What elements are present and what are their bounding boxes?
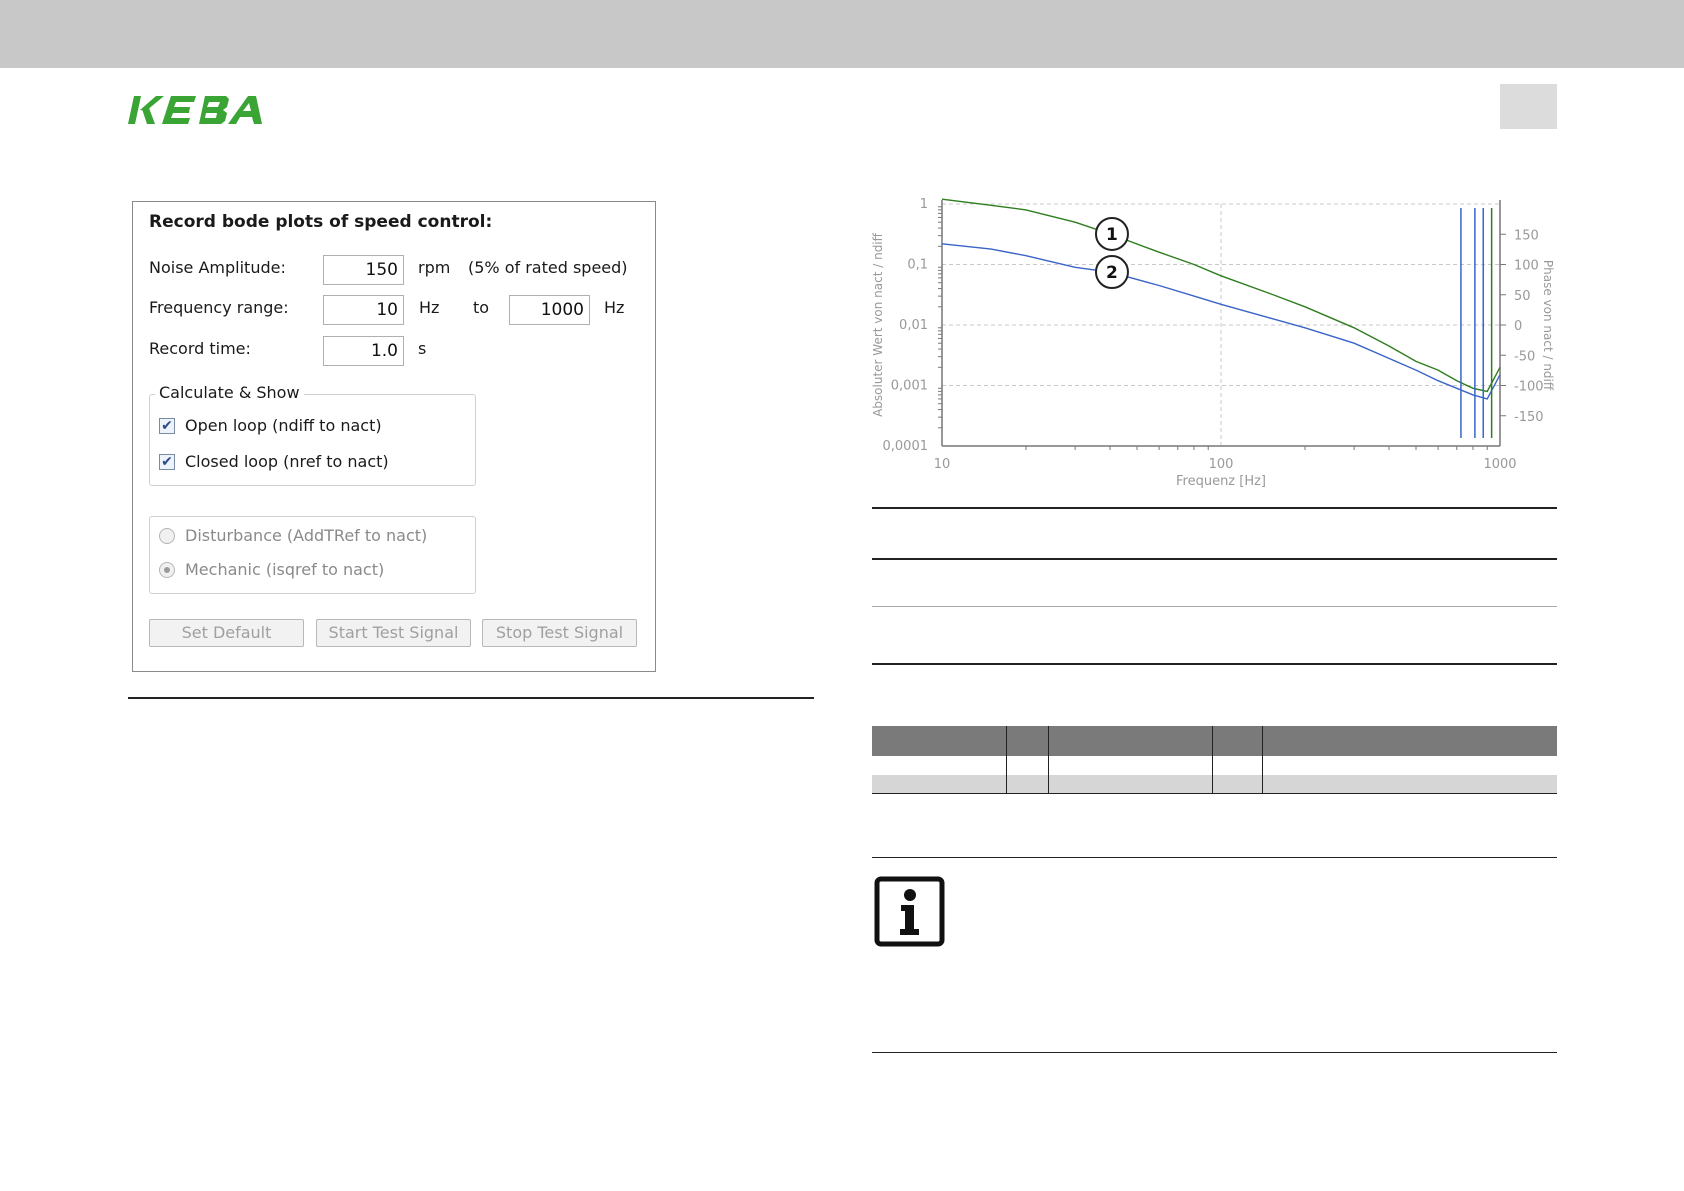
bode-chart: 10 100 1000 1 0,1 0,01 0,001 0,0001 150 100 50 0 -50… (868, 194, 1568, 494)
table-header-row (872, 726, 1557, 756)
y-tick-label-right: -150 (1514, 410, 1544, 425)
page-number-box (1500, 84, 1557, 129)
table-cell (872, 775, 1007, 794)
open-loop-checkbox[interactable]: ✔ (159, 418, 175, 434)
annotation-label: 2 (1106, 263, 1118, 283)
y-tick-label-left: 0,0001 (883, 439, 929, 454)
table-header-cell (1006, 726, 1049, 756)
y-tick-label-left: 0,01 (899, 318, 928, 333)
frequency-from-unit: Hz (419, 298, 440, 317)
table-cell (1048, 775, 1213, 794)
y-axis-label-right: Phase von nact / ndiff (1541, 260, 1555, 391)
noise-note: (5% of rated speed) (468, 258, 628, 277)
y-tick-label-left: 1 (920, 197, 928, 212)
y-tick-label-left: 0,1 (907, 258, 928, 273)
rule-3 (872, 606, 1557, 607)
y-tick-label-right: 50 (1514, 289, 1531, 304)
rule-2 (872, 558, 1557, 560)
record-time-label: Record time: (149, 339, 251, 358)
x-tick-label: 100 (1209, 457, 1234, 472)
table-header-cell (872, 726, 1007, 756)
table-cell (1212, 756, 1263, 775)
x-tick-label: 10 (934, 457, 951, 472)
top-band (0, 0, 1684, 68)
noise-unit: rpm (418, 258, 451, 277)
frequency-to-label: to (473, 298, 490, 317)
disturbance-radio[interactable] (159, 528, 175, 544)
table-cell (1212, 775, 1263, 794)
rule-4 (872, 663, 1557, 665)
frequency-from-input[interactable]: 10 (323, 295, 404, 325)
frequency-to-unit: Hz (604, 298, 625, 317)
y-tick-label-right: -50 (1514, 349, 1535, 364)
table-cell (1006, 775, 1049, 794)
table-cell (1006, 756, 1049, 775)
frequency-range-label: Frequency range: (149, 298, 289, 317)
start-test-signal-button[interactable]: Start Test Signal (316, 619, 471, 647)
record-time-unit: s (418, 339, 427, 358)
x-axis-label: Frequenz [Hz] (1176, 474, 1266, 489)
y-tick-label-right: 100 (1514, 259, 1539, 274)
bode-plot-dialog: Record bode plots of speed control: Nois… (132, 201, 656, 672)
section-rule (128, 697, 814, 699)
rule-1 (872, 507, 1557, 509)
keba-logo (128, 96, 262, 124)
table-header-cell (1212, 726, 1263, 756)
calculate-show-group (149, 394, 476, 486)
table-row (872, 756, 1557, 775)
table-cell (1262, 756, 1557, 775)
disturbance-label: Disturbance (AddTRef to nact) (185, 526, 428, 545)
calculate-show-title: Calculate & Show (155, 383, 304, 402)
table-cell (872, 756, 1007, 775)
table-cell (1262, 775, 1557, 794)
rule-5 (872, 857, 1557, 858)
table-cell (1048, 756, 1213, 775)
stop-test-signal-button[interactable]: Stop Test Signal (482, 619, 637, 647)
closed-loop-checkbox[interactable]: ✔ (159, 454, 175, 470)
table-header-cell (1262, 726, 1557, 756)
table-header-cell (1048, 726, 1213, 756)
noise-amplitude-input[interactable]: 150 (323, 255, 404, 285)
y-tick-label-right: -100 (1514, 380, 1544, 395)
mechanic-radio[interactable] (159, 562, 175, 578)
dialog-title: Record bode plots of speed control: (149, 212, 493, 232)
rule-6 (872, 1052, 1557, 1053)
y-tick-label-left: 0,001 (891, 379, 928, 394)
y-tick-label-right: 150 (1514, 228, 1539, 243)
frequency-to-input[interactable]: 1000 (509, 295, 590, 325)
noise-amplitude-label: Noise Amplitude: (149, 258, 286, 277)
y-axis-label-left: Absoluter Wert von nact / ndiff (871, 232, 885, 417)
parameter-table (872, 726, 1557, 794)
radio-selected-dot (164, 567, 170, 573)
set-default-button[interactable]: Set Default (149, 619, 304, 647)
x-tick-label: 1000 (1483, 457, 1516, 472)
closed-loop-label: Closed loop (nref to nact) (185, 452, 389, 471)
record-time-input[interactable]: 1.0 (323, 336, 404, 366)
mechanic-label: Mechanic (isqref to nact) (185, 560, 385, 579)
annotation-label: 1 (1106, 225, 1118, 245)
table-row (872, 775, 1557, 794)
bode-chart-svg: 10 100 1000 1 0,1 0,01 0,001 0,0001 150 100 50 0 -50… (871, 197, 1555, 489)
y-tick-label-right: 0 (1514, 319, 1522, 334)
open-loop-label: Open loop (ndiff to nact) (185, 416, 382, 435)
info-icon (874, 876, 945, 947)
